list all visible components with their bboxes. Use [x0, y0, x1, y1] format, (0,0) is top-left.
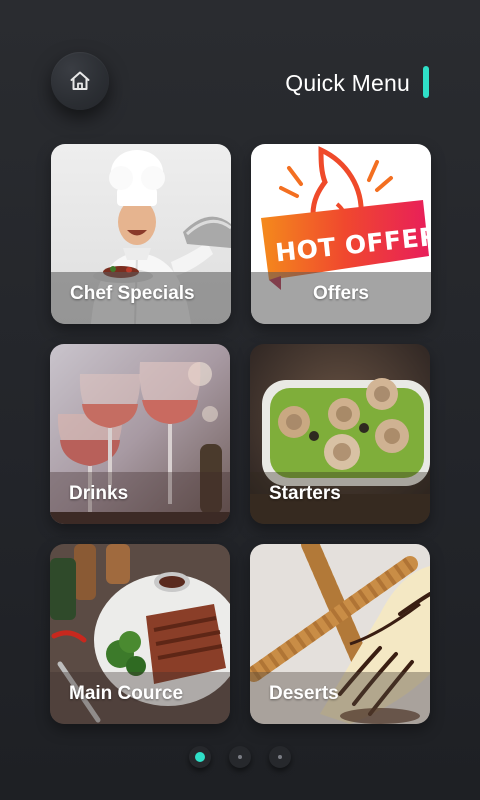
page-indicator	[0, 744, 480, 772]
menu-tile-main-cource[interactable]: Main Cource	[50, 544, 230, 724]
tile-label: Chef Specials	[70, 283, 195, 304]
menu-tile-starters[interactable]: Starters	[250, 344, 430, 524]
menu-tile-drinks[interactable]: Drinks	[50, 344, 230, 524]
tile-label: Offers	[313, 283, 369, 304]
tile-label: Deserts	[269, 683, 339, 704]
page-dot-2[interactable]	[229, 746, 251, 768]
tile-label: Main Cource	[69, 683, 184, 704]
page-title: Quick Menu	[285, 70, 410, 96]
menu-tile-offers[interactable]: HOT OFFER Offers	[251, 144, 431, 324]
page-dot-3[interactable]	[269, 746, 291, 768]
home-icon	[68, 69, 92, 93]
page-dot-1[interactable]	[189, 746, 211, 768]
menu-tile-deserts[interactable]: Deserts	[250, 544, 430, 724]
tile-label: Drinks	[69, 483, 129, 504]
tile-label: Starters	[269, 483, 341, 504]
title-accent-bar	[423, 66, 429, 98]
menu-tile-chef-specials[interactable]: Chef Specials	[51, 144, 231, 324]
home-button[interactable]	[51, 52, 109, 110]
